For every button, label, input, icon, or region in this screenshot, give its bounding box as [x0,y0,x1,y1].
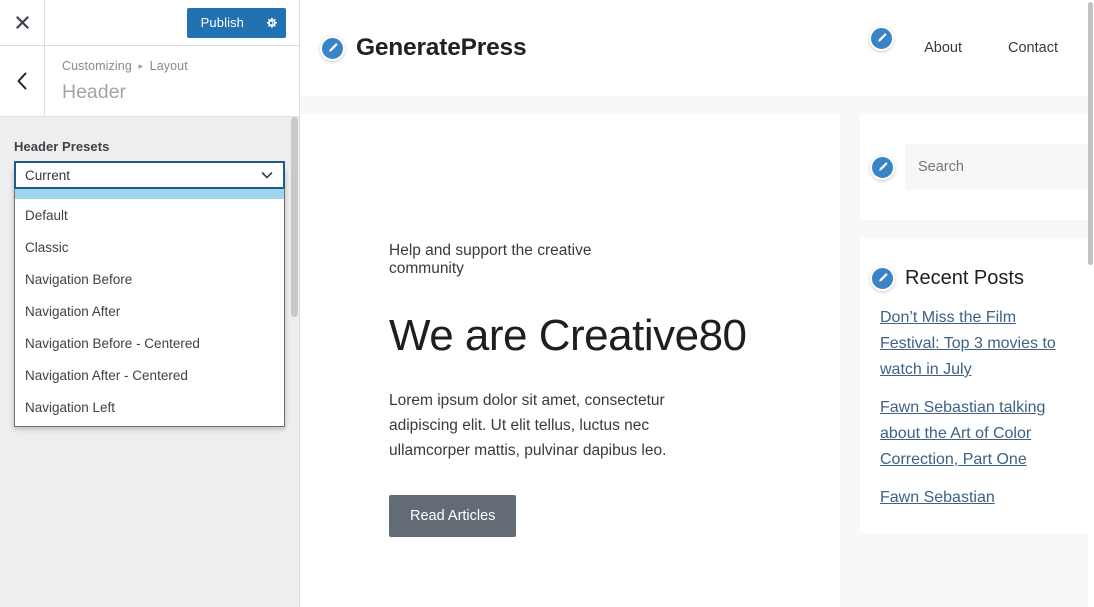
recent-posts-widget: Recent Posts Don’t Miss the Film Festiva… [860,238,1094,533]
header-preset-option[interactable]: Navigation Left [15,391,284,423]
content-column: Help and support the creative community … [300,114,840,607]
header-presets-options-list[interactable]: CurrentDefaultClassicNavigation BeforeNa… [14,167,285,427]
header-preset-option[interactable]: Navigation Before - Centered [15,327,284,359]
hero-body-text: Lorem ipsum dolor sit amet, consectetur … [389,392,667,459]
breadcrumb: Customizing ▸ Layout [62,58,299,75]
header-preset-option[interactable]: Classic [15,231,284,263]
pencil-edit-icon[interactable] [320,35,345,61]
nav-link-about[interactable]: About [924,40,962,56]
header-preset-option[interactable]: Navigation Before [15,263,284,295]
site-title[interactable]: GeneratePress [356,34,527,62]
header-preset-option[interactable]: Navigation After - Centered [15,359,284,391]
recent-post-link[interactable]: Fawn Sebastian talking about the Art of … [880,399,1045,468]
gear-icon[interactable] [256,7,286,38]
header-preset-option[interactable]: Navigation After [15,295,284,327]
search-input[interactable] [905,144,1094,190]
recent-posts-title-row: Recent Posts [870,266,1024,291]
hero-section: Help and support the creative community … [300,114,840,537]
site-branding: GeneratePress [320,34,527,62]
pencil-edit-icon[interactable] [869,26,895,51]
publish-group: Publish [186,7,286,38]
site-main: Help and support the creative community … [300,114,1094,607]
nav-menu-list: About Contact [924,40,1058,56]
recent-post-link[interactable]: Fawn Sebastian [880,489,995,506]
hero-title: We are Creative80 [389,311,747,360]
sidebar-column: Recent Posts Don’t Miss the Film Festiva… [860,114,1094,551]
customizer-scrollbar[interactable] [291,117,298,607]
site-preview: GeneratePress About Contact Help and supp… [300,0,1094,607]
header-presets-select[interactable]: Current [14,161,285,189]
close-icon[interactable] [0,0,45,45]
nav-link-contact[interactable]: Contact [1008,40,1058,56]
header-presets-selected-value: Current [25,167,71,183]
breadcrumb-section[interactable]: Layout [150,59,188,73]
recent-post-link[interactable]: Don’t Miss the Film Festival: Top 3 movi… [880,309,1056,378]
customizer-screen: Publish Customizing ▸ Layout Header Head… [0,0,1094,607]
list-item: Fawn Sebastian [880,485,1076,511]
hero-eyebrow: Help and support the creative community [389,242,592,277]
pencil-edit-icon[interactable] [870,266,895,291]
customizer-topbar: Publish [0,0,299,46]
list-item: Fawn Sebastian talking about the Art of … [880,395,1076,473]
publish-button[interactable]: Publish [186,7,256,38]
customizer-controls: Header Presets Current CurrentDefaultCla… [0,117,299,427]
read-articles-button[interactable]: Read Articles [389,495,517,537]
header-separator-band [300,96,1094,114]
customizer-scrollbar-thumb[interactable] [291,117,298,317]
search-widget [860,114,1094,220]
page-title: Header [62,81,126,103]
breadcrumb-root[interactable]: Customizing [62,59,132,73]
header-preset-option[interactable]: Default [15,199,284,231]
breadcrumb-separator-icon: ▸ [138,61,144,71]
preview-scrollbar[interactable] [1088,0,1094,607]
recent-posts-list: Don’t Miss the Film Festival: Top 3 movi… [870,305,1076,523]
search-form [905,144,1094,190]
list-item: Don’t Miss the Film Festival: Top 3 movi… [880,305,1076,383]
header-presets-label: Header Presets [14,139,110,154]
section-titles: Customizing ▸ Layout Header [45,46,299,116]
primary-navigation: About Contact [869,26,1058,56]
pencil-edit-icon[interactable] [870,154,895,180]
preview-scrollbar-thumb[interactable] [1088,2,1093,265]
customizer-panel: Publish Customizing ▸ Layout Header Head… [0,0,300,607]
site-header: GeneratePress About Contact [300,0,1094,96]
customizer-section-header: Customizing ▸ Layout Header [0,46,299,117]
chevron-down-icon [260,168,274,182]
recent-posts-title: Recent Posts [905,267,1024,289]
chevron-left-icon[interactable] [0,46,45,116]
